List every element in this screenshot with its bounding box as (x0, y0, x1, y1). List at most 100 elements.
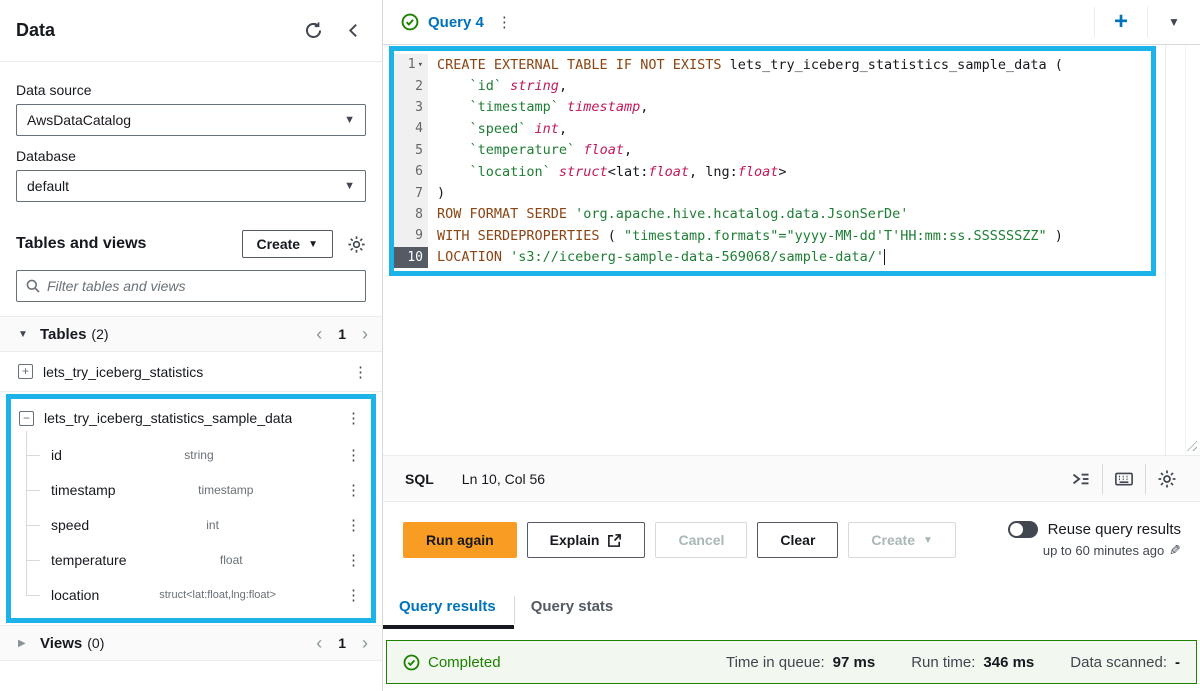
column-menu-icon[interactable]: ⋮ (344, 516, 363, 534)
views-next-page-icon[interactable]: › (362, 634, 368, 652)
views-prev-page-icon[interactable]: ‹ (316, 634, 322, 652)
table-menu-icon[interactable]: ⋮ (344, 409, 363, 427)
table-menu-icon[interactable]: ⋮ (351, 363, 370, 381)
triangle-right-icon[interactable]: ▶ (18, 638, 36, 649)
code-line[interactable]: 9 WITH SERDEPROPERTIES ( "timestamp.form… (394, 225, 1151, 246)
views-section-count: (0) (87, 635, 104, 651)
table-row[interactable]: + lets_try_iceberg_statistics ⋮ (0, 352, 382, 392)
reuse-results-toggle[interactable] (1008, 521, 1038, 538)
data-source-select[interactable]: AwsDataCatalog ▼ (16, 104, 366, 136)
expand-table-icon[interactable]: + (18, 364, 33, 379)
database-select[interactable]: default ▼ (16, 170, 366, 202)
column-name: timestamp (51, 482, 116, 498)
results-tabbar: Query results Query stats (383, 578, 1200, 640)
table-columns: id string ⋮ timestamp timestamp ⋮ speed … (11, 437, 371, 618)
caret-down-icon: ▼ (344, 114, 355, 126)
new-query-tab-button[interactable]: + (1095, 0, 1147, 44)
create-dropdown-button[interactable]: Create ▼ (848, 522, 956, 558)
code-line[interactable]: 7 ) (394, 182, 1151, 203)
triangle-down-icon[interactable]: ▼ (18, 329, 36, 340)
gear-icon[interactable] (347, 235, 366, 254)
caret-down-icon: ▼ (344, 180, 355, 192)
check-circle-icon (403, 654, 420, 671)
language-badge: SQL (405, 471, 434, 487)
highlighted-sql-statement: 1▾ CREATE EXTERNAL TABLE IF NOT EXISTS l… (389, 46, 1156, 276)
data-source-label: Data source (16, 82, 366, 98)
explain-button[interactable]: Explain (527, 522, 646, 558)
divider (1185, 45, 1186, 455)
data-source-value: AwsDataCatalog (27, 112, 131, 128)
tables-section-header[interactable]: ▼ Tables (2) ‹ 1 › (0, 316, 382, 352)
sidebar-header: Data (0, 0, 382, 62)
editor-settings-gear-icon[interactable] (1146, 456, 1188, 501)
tab-list-dropdown-button[interactable]: ▼ (1148, 0, 1200, 44)
column-menu-icon[interactable]: ⋮ (344, 446, 363, 464)
column-menu-icon[interactable]: ⋮ (344, 551, 363, 569)
column-type: struct<lat:float,lng:float> (159, 589, 284, 601)
collapse-table-icon[interactable]: − (19, 411, 34, 426)
source-selectors: Data source AwsDataCatalog ▼ Database de… (0, 62, 382, 214)
athena-query-editor: Data Data source AwsDataCatalog ▼ (0, 0, 1200, 691)
create-button[interactable]: Create ▼ (242, 230, 334, 258)
snippet-icon[interactable] (1060, 456, 1102, 501)
tables-next-page-icon[interactable]: › (362, 325, 368, 343)
tables-and-views-title: Tables and views (16, 235, 146, 253)
tab-query-4[interactable]: Query 4 ⋮ (383, 13, 524, 31)
stat-run-time: Run time:346 ms (911, 654, 1034, 671)
sql-editor[interactable]: 1▾ CREATE EXTERNAL TABLE IF NOT EXISTS l… (383, 45, 1200, 455)
query-panel: Query 4 ⋮ + ▼ 1▾ CREATE EXTERNAL TA (383, 0, 1200, 691)
code-line[interactable]: 2 `id` string, (394, 75, 1151, 96)
keyboard-shortcuts-icon[interactable] (1103, 456, 1145, 501)
collapse-panel-icon[interactable] (345, 22, 362, 39)
code-line[interactable]: 1▾ CREATE EXTERNAL TABLE IF NOT EXISTS l… (394, 54, 1151, 75)
column-row[interactable]: timestamp timestamp ⋮ (11, 472, 371, 507)
views-section-label: Views (40, 635, 82, 652)
query-tabbar: Query 4 ⋮ + ▼ (383, 0, 1200, 45)
filter-tables-input-wrap (16, 270, 366, 302)
tab-query-results[interactable]: Query results (383, 592, 514, 629)
table-name[interactable]: lets_try_iceberg_statistics (43, 364, 203, 380)
filter-tables-input[interactable] (47, 278, 357, 294)
database-label: Database (16, 148, 366, 164)
column-menu-icon[interactable]: ⋮ (344, 586, 363, 604)
status-text: Completed (428, 654, 501, 671)
query-tab-menu-icon[interactable]: ⋮ (495, 13, 514, 31)
editor-scrollbar-track[interactable] (1165, 45, 1166, 455)
cancel-button[interactable]: Cancel (655, 522, 747, 558)
highlighted-table-section: − lets_try_iceberg_statistics_sample_dat… (6, 394, 376, 623)
edit-pencil-icon[interactable]: ✎ (1169, 542, 1181, 559)
code-line[interactable]: 5 `temperature` float, (394, 140, 1151, 161)
column-type: timestamp (198, 483, 261, 497)
refresh-icon[interactable] (304, 21, 323, 40)
views-section-header[interactable]: ▶ Views (0) ‹ 1 › (0, 625, 382, 661)
column-row[interactable]: temperature float ⋮ (11, 542, 371, 577)
tables-section-label: Tables (40, 326, 86, 343)
column-row[interactable]: location struct<lat:float,lng:float> ⋮ (11, 577, 371, 612)
code-line[interactable]: 4 `speed` int, (394, 118, 1151, 139)
run-again-button[interactable]: Run again (403, 522, 517, 558)
code-line[interactable]: 6 `location` struct<lat:float, lng:float… (394, 161, 1151, 182)
tab-query-stats[interactable]: Query stats (515, 592, 632, 629)
column-type: int (206, 518, 227, 532)
caret-down-icon: ▼ (923, 535, 933, 546)
editor-statusbar: SQL Ln 10, Col 56 (383, 455, 1200, 502)
cursor-position: Ln 10, Col 56 (462, 471, 545, 487)
code-line[interactable]: 8 ROW FORMAT SERDE 'org.apache.hive.hcat… (394, 204, 1151, 225)
database-value: default (27, 178, 69, 194)
check-circle-icon (401, 13, 419, 31)
code-line[interactable]: 3 `timestamp` timestamp, (394, 97, 1151, 118)
search-icon (25, 278, 41, 294)
column-row[interactable]: speed int ⋮ (11, 507, 371, 542)
table-row[interactable]: − lets_try_iceberg_statistics_sample_dat… (11, 399, 371, 437)
stat-time-in-queue: Time in queue:97 ms (726, 654, 875, 671)
code-line-active[interactable]: 10 LOCATION 's3://iceberg-sample-data-56… (394, 247, 1151, 268)
clear-button[interactable]: Clear (757, 522, 838, 558)
text-cursor (884, 249, 885, 265)
tables-prev-page-icon[interactable]: ‹ (316, 325, 322, 343)
tables-section-count: (2) (91, 326, 108, 342)
column-name: id (51, 447, 62, 463)
column-row[interactable]: id string ⋮ (11, 437, 371, 472)
table-name[interactable]: lets_try_iceberg_statistics_sample_data (44, 410, 292, 426)
column-menu-icon[interactable]: ⋮ (344, 481, 363, 499)
code-block: 1▾ CREATE EXTERNAL TABLE IF NOT EXISTS l… (394, 51, 1151, 268)
